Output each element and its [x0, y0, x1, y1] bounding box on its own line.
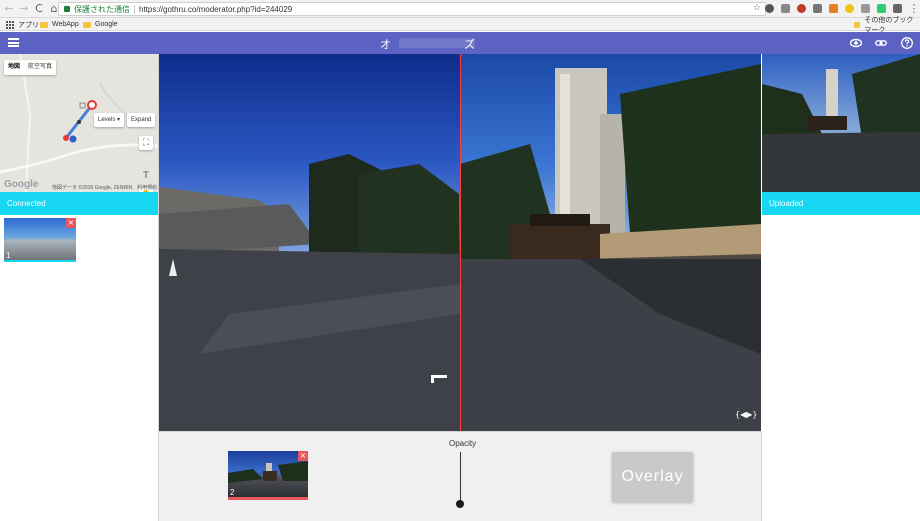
- eye-icon[interactable]: [850, 37, 862, 49]
- google-logo: Google: [4, 179, 39, 190]
- mail-icon[interactable]: [781, 4, 790, 13]
- apps-icon: [6, 20, 14, 29]
- folder-icon: [40, 21, 48, 28]
- bookmark-apps[interactable]: アプリ: [6, 20, 39, 29]
- overlay-button[interactable]: Overlay: [612, 452, 693, 502]
- extension-icon[interactable]: [813, 4, 822, 13]
- extension-icon[interactable]: [893, 4, 902, 13]
- app-header: オ ズ: [0, 32, 920, 54]
- split-line[interactable]: [460, 54, 461, 431]
- connected-label: Connected: [7, 199, 46, 208]
- bookmark-other[interactable]: その他のブックマーク: [854, 17, 920, 34]
- map-type-map[interactable]: 地図: [4, 60, 24, 75]
- panorama-left: [159, 54, 460, 431]
- address-bar[interactable]: 保護された通信 https://gothru.co/moderator.php?…: [58, 2, 766, 16]
- back-button[interactable]: ←: [3, 2, 15, 15]
- thumbnail-number: 1: [6, 251, 11, 260]
- connected-thumbnail[interactable]: × 1: [4, 218, 76, 262]
- bookmark-label: WebApp: [52, 21, 79, 28]
- compass-icon[interactable]: {◀▶}: [735, 410, 757, 419]
- corner-marker-icon: [431, 375, 447, 383]
- levels-dropdown[interactable]: Levels ▾: [94, 113, 125, 127]
- extension-icon[interactable]: [765, 4, 774, 13]
- fullscreen-icon[interactable]: ⛶: [139, 136, 153, 150]
- folder-icon: [854, 21, 861, 28]
- bookmark-label: Google: [95, 21, 118, 28]
- opacity-slider-handle[interactable]: [456, 500, 464, 508]
- text-tool-icon[interactable]: T: [139, 169, 153, 183]
- divider: [134, 4, 135, 14]
- bookmark-webapp[interactable]: WebApp: [40, 20, 79, 29]
- reload-button[interactable]: C: [33, 2, 45, 15]
- forward-button[interactable]: →: [18, 2, 30, 15]
- uploaded-label: Uploaded: [769, 199, 804, 208]
- close-icon[interactable]: ×: [66, 218, 76, 228]
- help-icon[interactable]: [901, 37, 913, 49]
- opacity-slider-track[interactable]: [460, 452, 461, 504]
- connected-header: Connected: [0, 192, 159, 215]
- panorama-viewer[interactable]: {◀▶}: [159, 54, 761, 431]
- folder-icon: [83, 21, 91, 28]
- bookmarks-bar: アプリ WebApp Google その他のブックマーク: [0, 17, 920, 34]
- extension-icon[interactable]: [861, 4, 870, 13]
- scene-left: [159, 154, 460, 431]
- lock-icon: [64, 6, 70, 12]
- panorama-right: [460, 54, 761, 431]
- close-icon[interactable]: ×: [298, 451, 308, 461]
- bookmark-label: アプリ: [18, 21, 39, 29]
- levels-label: Levels: [98, 117, 116, 123]
- opacity-label: Opacity: [449, 439, 477, 448]
- extension-icon[interactable]: [829, 4, 838, 13]
- url-text[interactable]: https://gothru.co/moderator.php?id=24402…: [139, 5, 292, 14]
- uploaded-header: Uploaded: [762, 192, 920, 215]
- menu-icon[interactable]: ⋮: [908, 3, 920, 15]
- extension-icon[interactable]: [797, 4, 806, 13]
- uploaded-thumbnail[interactable]: × 2: [228, 451, 308, 500]
- secure-label: 保護された通信: [74, 4, 130, 14]
- hamburger-menu-icon[interactable]: [8, 38, 19, 47]
- redacted-title: [399, 38, 475, 48]
- divider: [761, 432, 762, 521]
- extension-icon[interactable]: [877, 4, 886, 13]
- extension-icon[interactable]: [845, 4, 854, 13]
- expand-button[interactable]: Expand: [127, 113, 156, 127]
- star-icon[interactable]: ☆: [753, 3, 761, 13]
- map-attribution[interactable]: 地図データ ©2018 Google, ZENRIN 利用規約: [52, 184, 157, 191]
- bookmark-google[interactable]: Google: [83, 20, 118, 29]
- thumbnail-scene: [228, 461, 308, 483]
- uploaded-preview[interactable]: [762, 54, 920, 192]
- preview-scene: [762, 54, 920, 192]
- browser-toolbar: ← → C ⌂ 保護された通信 https://gothru.co/modera…: [0, 0, 920, 18]
- scene-right: [460, 64, 761, 431]
- thumbnail-number: 2: [230, 488, 235, 497]
- link-icon[interactable]: [875, 37, 887, 49]
- map-panel[interactable]: 1 地図 航空写真 Levels ▾ Expand ⛶ T + − Google…: [0, 54, 158, 192]
- map-type-toggle[interactable]: 地図 航空写真: [4, 60, 57, 75]
- map-type-satellite[interactable]: 航空写真: [24, 60, 56, 75]
